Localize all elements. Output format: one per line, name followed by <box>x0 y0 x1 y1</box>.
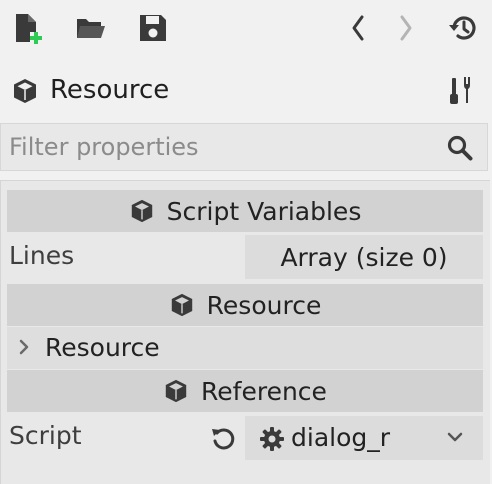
open-resource-button[interactable] <box>72 10 108 46</box>
inspector-panel: Script Variables Lines Array (size 0) Re… <box>0 180 490 484</box>
cube-icon <box>163 378 189 404</box>
section-title: Resource <box>206 290 322 320</box>
history-button[interactable] <box>445 10 481 46</box>
gear-icon <box>260 427 284 451</box>
cube-icon <box>129 198 155 224</box>
section-resource[interactable]: Resource <box>7 284 483 326</box>
cube-icon <box>169 292 195 318</box>
chevron-right-icon <box>19 339 29 355</box>
revert-icon <box>212 428 235 450</box>
lines-array-value[interactable]: Array (size 0) <box>245 235 483 279</box>
filter-properties-input[interactable] <box>9 130 429 164</box>
section-script-variables[interactable]: Script Variables <box>7 190 483 232</box>
resource-header: Resource <box>0 66 492 114</box>
cube-icon <box>14 79 36 103</box>
object-tools-button[interactable] <box>444 72 480 108</box>
revert-button[interactable] <box>206 421 240 455</box>
resource-group-label: Resource <box>45 333 160 362</box>
chevron-down-icon[interactable] <box>445 430 465 444</box>
filter-bar <box>0 123 488 171</box>
new-resource-icon <box>16 14 42 44</box>
history-forward-button[interactable] <box>388 10 424 46</box>
chevron-left-icon <box>352 15 364 41</box>
search-icon <box>447 135 473 161</box>
save-resource-button[interactable] <box>135 10 171 46</box>
section-title: Reference <box>201 376 327 406</box>
new-resource-button[interactable] <box>9 10 45 46</box>
tools-icon <box>450 77 470 104</box>
search-button <box>445 133 475 163</box>
history-back-button[interactable] <box>340 10 376 46</box>
script-label: Script <box>9 421 82 450</box>
top-toolbar <box>0 0 492 58</box>
folder-open-icon <box>77 19 105 38</box>
resource-title: Resource <box>50 75 170 105</box>
chevron-right-icon <box>400 15 412 41</box>
section-title: Script Variables <box>166 196 362 226</box>
script-name: dialog_r <box>291 423 391 452</box>
script-value-picker[interactable]: dialog_r <box>245 416 483 460</box>
resource-group[interactable]: Resource <box>7 327 483 369</box>
section-reference[interactable]: Reference <box>7 370 483 412</box>
save-icon <box>140 15 166 41</box>
history-icon <box>449 16 476 40</box>
lines-label: Lines <box>9 241 75 270</box>
